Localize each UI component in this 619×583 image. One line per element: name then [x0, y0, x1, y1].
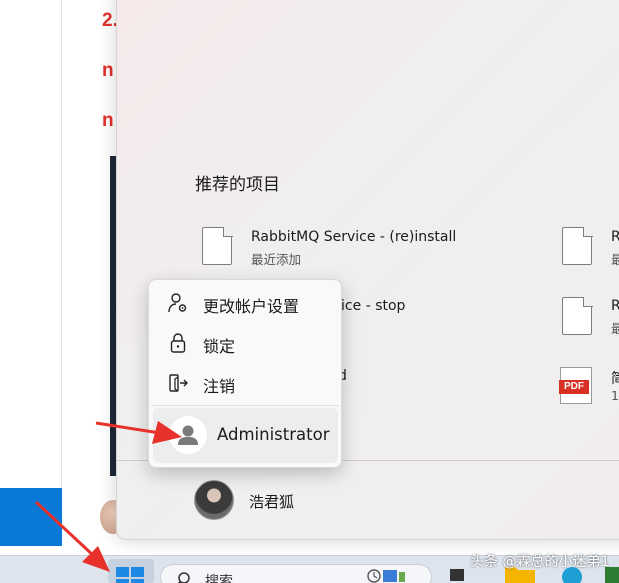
- pdf-badge: PDF: [559, 380, 589, 394]
- taskbar-search-box[interactable]: 搜索: [160, 564, 432, 583]
- user-name[interactable]: 浩君狐: [249, 491, 294, 512]
- start-button[interactable]: [108, 559, 154, 583]
- lock-item[interactable]: 锁定: [149, 324, 343, 362]
- recommended-item-sub: 最: [611, 321, 619, 336]
- admin-label: Administrator: [217, 425, 330, 444]
- user-avatar[interactable]: [194, 480, 234, 520]
- recommended-item-sub: 17: [611, 388, 619, 403]
- admin-avatar: [169, 416, 207, 454]
- sign-out-item[interactable]: 注销: [149, 364, 343, 402]
- search-icon: [177, 572, 190, 583]
- recommended-item-name: R: [611, 229, 619, 245]
- search-highlight-icon: [367, 569, 405, 583]
- recommended-item-sub: 最近添加: [251, 252, 302, 267]
- watermark: 头条 @霖总的小迷弟1: [470, 554, 610, 570]
- webpage-red-text: n: [102, 60, 114, 81]
- account-popup: 更改帐户设置 锁定 注销 Administrator: [148, 279, 342, 468]
- task-view-icon[interactable]: [448, 563, 468, 583]
- change-account-settings-item[interactable]: 更改帐户设置: [149, 284, 343, 322]
- file-icon: [202, 226, 233, 265]
- recommended-item-name: RabbitMQ Service - (re)install: [251, 229, 457, 245]
- file-icon: [562, 226, 593, 265]
- popup-item-label: 注销: [203, 377, 236, 396]
- administrator-account-item[interactable]: Administrator: [153, 408, 338, 463]
- search-placeholder: 搜索: [205, 574, 233, 583]
- webpage-red-text: n: [102, 110, 114, 131]
- popup-separator: [151, 405, 339, 406]
- lock-icon: [170, 333, 186, 353]
- windows-logo-icon: [116, 567, 144, 583]
- popup-item-label: 锁定: [203, 337, 236, 356]
- popup-item-label: 更改帐户设置: [203, 297, 300, 316]
- recommended-title: 推荐的项目: [195, 175, 280, 195]
- file-icon: [562, 296, 593, 335]
- person-icon: [178, 425, 198, 445]
- webpage-left-column: [0, 0, 62, 490]
- pdf-file-icon: PDF: [559, 367, 592, 404]
- recommended-item-name: R: [611, 298, 619, 314]
- recommended-item-sub: 最: [611, 252, 619, 267]
- recommended-item-name: 简: [611, 371, 619, 387]
- webpage-blue-block: [0, 488, 62, 546]
- sign-out-icon: [169, 374, 188, 392]
- account-settings-icon: [168, 293, 187, 313]
